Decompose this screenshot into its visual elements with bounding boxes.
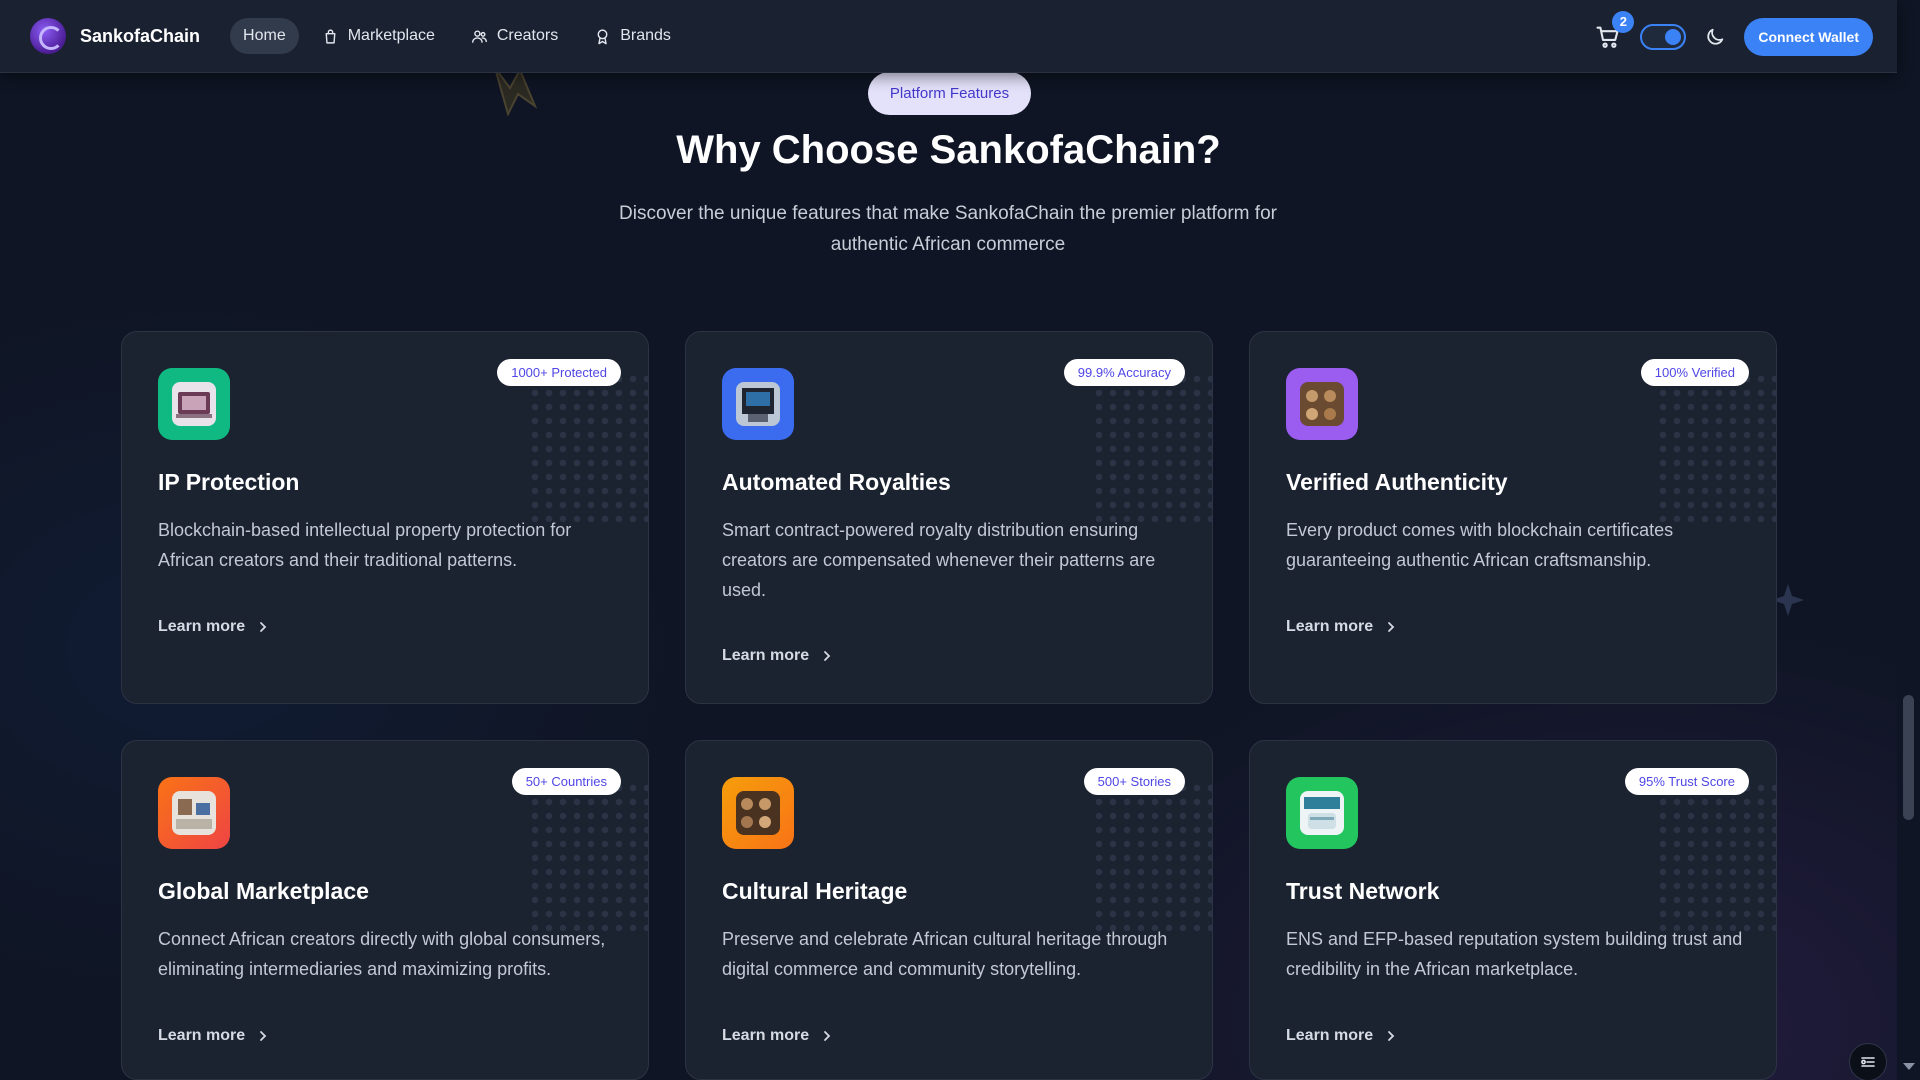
chevron-right-icon	[260, 1031, 267, 1041]
learn-more-label: Learn more	[158, 1027, 246, 1044]
learn-more-label: Learn more	[1286, 1027, 1374, 1044]
card-description: Smart contract-powered royalty distribut…	[722, 520, 1156, 600]
learn-more-label: Learn more	[722, 1027, 810, 1044]
dot-pattern	[528, 372, 648, 522]
card-title: Verified Authenticity	[1286, 469, 1508, 495]
dot-pattern	[528, 781, 648, 931]
learn-more-link[interactable]: Learn more	[722, 1027, 833, 1045]
brand-name: SankofaChain	[80, 25, 201, 46]
scrollbar-thumb[interactable]	[1903, 695, 1914, 820]
learn-more-label: Learn more	[158, 618, 246, 635]
nav-link-label: Marketplace	[347, 27, 435, 44]
stat-badge: 500+ Stories	[1083, 768, 1185, 795]
dot-pattern	[1092, 781, 1212, 931]
toggle-knob	[1665, 28, 1682, 45]
chevron-right-icon	[824, 1031, 831, 1041]
logo	[30, 18, 66, 54]
nav-link-home[interactable]: Home	[230, 18, 299, 54]
scrollbar-track[interactable]	[1897, 0, 1920, 1080]
section-pill: Platform Features	[868, 72, 1031, 115]
royalties-image-icon	[736, 382, 780, 426]
heritage-image-icon	[736, 791, 780, 835]
dot-pattern	[1092, 372, 1212, 522]
connect-wallet-button[interactable]: Connect Wallet	[1744, 17, 1873, 56]
card-description: ENS and EFP-based reputation system buil…	[1286, 929, 1743, 979]
floating-menu-button[interactable]	[1849, 1043, 1887, 1080]
authenticity-image-icon	[1300, 382, 1344, 426]
section-title: Why Choose SankofaChain?	[676, 128, 1221, 172]
nav-link-creators[interactable]: Creators	[458, 18, 571, 54]
learn-more-link[interactable]: Learn more	[1286, 618, 1397, 636]
feature-icon	[722, 368, 794, 440]
card-title: Global Marketplace	[158, 878, 369, 904]
learn-more-link[interactable]: Learn more	[158, 1027, 269, 1045]
feature-icon	[722, 777, 794, 849]
top-navbar: SankofaChain Home Marketplace Creators B…	[0, 0, 1897, 73]
menu-settings-icon	[1861, 1057, 1875, 1067]
learn-more-link[interactable]: Learn more	[158, 618, 269, 636]
cart-count-badge: 2	[1612, 10, 1635, 33]
learn-more-label: Learn more	[1286, 618, 1374, 635]
chevron-right-icon	[260, 622, 267, 632]
card-title: IP Protection	[158, 469, 300, 495]
feature-card-ip-protection[interactable]: 1000+ Protected IP Protection Blockchain…	[121, 331, 649, 704]
chevron-right-icon	[824, 651, 831, 661]
card-description: Every product comes with blockchain cert…	[1286, 520, 1674, 570]
feature-icon	[1286, 777, 1358, 849]
nav-link-label: Brands	[620, 27, 671, 44]
theme-toggle[interactable]	[1640, 23, 1687, 50]
decorative-star-icon	[494, 67, 538, 116]
dot-pattern	[1656, 372, 1776, 522]
feature-icon	[1286, 368, 1358, 440]
stat-badge: 100% Verified	[1640, 359, 1749, 386]
card-description: Connect African creators directly with g…	[158, 929, 606, 979]
scroll-down-arrow-icon[interactable]	[1903, 1063, 1915, 1070]
card-description: Blockchain-based intellectual property p…	[158, 520, 572, 570]
feature-card-trust-network[interactable]: 95% Trust Score Trust Network ENS and EF…	[1249, 740, 1777, 1080]
users-icon	[471, 29, 487, 43]
stat-badge: 1000+ Protected	[497, 359, 621, 386]
shopping-bag-icon	[325, 28, 336, 44]
learn-more-label: Learn more	[722, 647, 810, 664]
nav-link-label: Creators	[496, 27, 559, 44]
chevron-right-icon	[1388, 622, 1395, 632]
feature-card-cultural-heritage[interactable]: 500+ Stories Cultural Heritage Preserve …	[685, 740, 1213, 1080]
stat-badge: 95% Trust Score	[1624, 768, 1749, 795]
marketplace-image-icon	[172, 791, 216, 835]
card-title: Cultural Heritage	[722, 878, 908, 904]
section-subtitle: Discover the unique features that make S…	[619, 203, 1277, 255]
feature-card-automated-royalties[interactable]: 99.9% Accuracy Automated Royalties Smart…	[685, 331, 1213, 704]
trust-image-icon	[1300, 791, 1344, 835]
learn-more-link[interactable]: Learn more	[1286, 1027, 1397, 1045]
shield-image-icon	[172, 382, 216, 426]
cart-button[interactable]: 2	[1594, 10, 1635, 51]
nav-link-label: Home	[243, 27, 286, 44]
feature-card-global-marketplace[interactable]: 50+ Countries Global Marketplace Connect…	[121, 740, 649, 1080]
dot-pattern	[1656, 781, 1776, 931]
brand[interactable]: SankofaChain	[30, 18, 200, 54]
stat-badge: 99.9% Accuracy	[1063, 359, 1185, 386]
nav-link-brands[interactable]: Brands	[581, 18, 684, 54]
learn-more-link[interactable]: Learn more	[722, 647, 833, 665]
feature-card-verified-authenticity[interactable]: 100% Verified Verified Authenticity Ever…	[1249, 331, 1777, 704]
chevron-right-icon	[1388, 1031, 1395, 1041]
feature-icon	[158, 368, 230, 440]
nav-actions: 2 Connect Wallet	[1594, 0, 1873, 73]
card-title: Trust Network	[1286, 878, 1440, 904]
stat-badge: 50+ Countries	[511, 768, 621, 795]
moon-icon[interactable]	[1704, 26, 1726, 48]
feature-icon	[158, 777, 230, 849]
card-description: Preserve and celebrate African cultural …	[722, 929, 1168, 979]
nav-links: Home Marketplace Creators Brands	[230, 18, 684, 54]
award-icon	[597, 28, 608, 44]
nav-link-marketplace[interactable]: Marketplace	[309, 18, 448, 54]
card-title: Automated Royalties	[722, 469, 951, 495]
